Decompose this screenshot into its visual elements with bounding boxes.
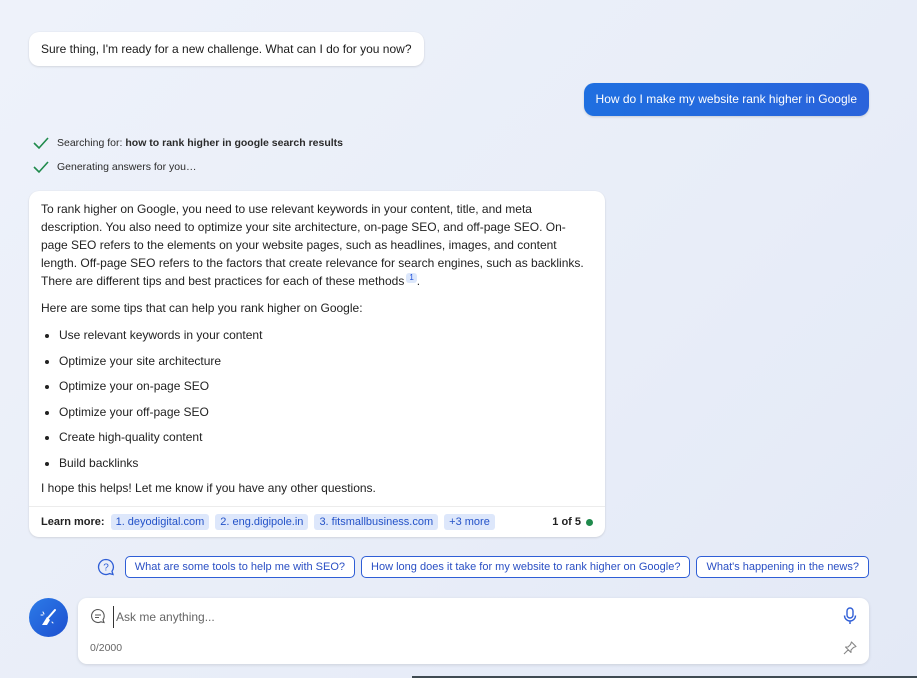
suggestion-button-3[interactable]: What's happening in the news? (696, 556, 869, 578)
learn-more-label: Learn more: (41, 516, 105, 528)
status-searching-label: Searching for: (57, 137, 123, 149)
status-search-query: how to rank higher in google search resu… (125, 137, 343, 149)
source-link-3[interactable]: 3. fitsmallbusiness.com (314, 514, 439, 530)
user-message: How do I make my website rank higher in … (583, 83, 869, 116)
status-searching: Searching for: how to rank higher in goo… (33, 136, 343, 150)
answer-intro: Here are some tips that can help you ran… (41, 301, 363, 315)
list-item: Optimize your site architecture (59, 352, 592, 370)
tips-list: Use relevant keywords in your content Op… (41, 326, 592, 472)
more-sources-button[interactable]: +3 more (444, 514, 495, 530)
new-topic-button[interactable] (29, 598, 68, 637)
question-icon[interactable]: ? (97, 558, 115, 576)
list-item: Build backlinks (59, 454, 592, 472)
svg-text:?: ? (103, 563, 109, 574)
answer-paragraph-end: . (416, 274, 421, 288)
status-dot (586, 518, 593, 526)
broom-icon (40, 608, 56, 625)
microphone-icon[interactable] (843, 607, 857, 625)
response-counter: 1 of 5 (552, 516, 593, 528)
user-message-text: How do I make my website rank higher in … (595, 92, 857, 106)
list-item: Optimize your on-page SEO (59, 377, 592, 395)
answer-card: To rank higher on Google, you need to us… (29, 191, 605, 537)
suggestions-bar: ? What are some tools to help me with SE… (97, 556, 869, 578)
compose-box: 0/2000 (78, 598, 869, 664)
status-generating-label: Generating answers for you… (57, 161, 197, 173)
answer-paragraph: To rank higher on Google, you need to us… (41, 200, 592, 290)
source-link-2[interactable]: 2. eng.digipole.in (215, 514, 309, 530)
chat-input[interactable] (113, 606, 818, 628)
pin-icon[interactable] (843, 641, 857, 655)
answer-paragraph-text: To rank higher on Google, you need to us… (41, 202, 584, 288)
character-count: 0/2000 (90, 642, 123, 654)
list-item: Create high-quality content (59, 428, 592, 446)
list-item: Optimize your off-page SEO (59, 403, 592, 421)
greeting-text: Sure thing, I'm ready for a new challeng… (41, 42, 412, 56)
status-generating: Generating answers for you… (33, 160, 196, 174)
answer-closing: I hope this helps! Let me know if you ha… (41, 481, 376, 495)
check-icon (33, 137, 49, 150)
check-icon (33, 161, 49, 174)
chat-bubble-icon (91, 608, 105, 624)
suggestion-button-1[interactable]: What are some tools to help me with SEO? (124, 556, 356, 578)
source-link-1[interactable]: 1. deyodigital.com (110, 514, 210, 530)
suggestion-button-2[interactable]: How long does it take for my website to … (361, 556, 691, 578)
citation-1[interactable]: 1 (406, 273, 417, 283)
list-item: Use relevant keywords in your content (59, 326, 592, 344)
response-counter-text: 1 of 5 (552, 516, 581, 528)
greeting-message: Sure thing, I'm ready for a new challeng… (29, 32, 424, 66)
learn-more-bar: Learn more: 1. deyodigital.com 2. eng.di… (29, 506, 605, 537)
